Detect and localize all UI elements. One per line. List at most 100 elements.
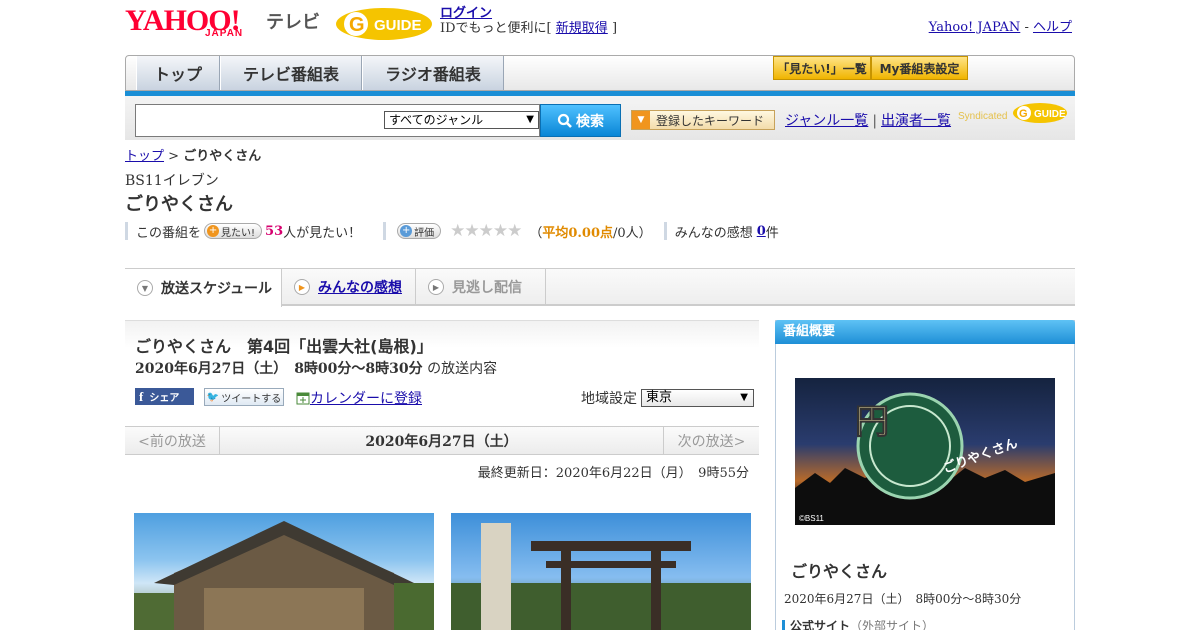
register-link[interactable]: 新規取得: [556, 21, 608, 36]
search-links: ジャンル一覧 | 出演者一覧: [785, 110, 951, 130]
episode-datetime-line: 2020年6月27日（土） 8時00分～8時30分 の放送内容: [135, 358, 497, 378]
current-broadcast-date: 2020年6月27日（土）: [365, 433, 518, 450]
calendar-register[interactable]: カレンダーに登録: [296, 388, 422, 408]
impressions-suffix: 件: [765, 225, 779, 241]
svg-text:円: 円: [855, 402, 889, 442]
facebook-icon: f: [139, 388, 144, 404]
divider: [125, 222, 128, 240]
tab-impressions-label: みんなの感想: [318, 280, 402, 296]
syndicated-label: Syndicated: [958, 111, 1008, 122]
episode-photo-shrine-hall: [134, 513, 434, 630]
breadcrumb-current: ごりやくさん: [183, 149, 262, 164]
want-to-watch-button[interactable]: + 見たい!: [204, 223, 263, 239]
divider: [383, 222, 387, 240]
registered-keywords-button[interactable]: ▼ 登録したキーワード: [631, 110, 775, 130]
want-list-button[interactable]: 「見たい!」一覧: [773, 56, 871, 80]
nav-tab-tv-schedule[interactable]: テレビ番組表: [220, 56, 362, 90]
search-link-separator: |: [872, 113, 878, 129]
next-broadcast-link[interactable]: 次の放送>: [663, 427, 759, 454]
tab-broadcast-schedule[interactable]: ▼ 放送スケジュール: [125, 269, 282, 307]
gguide-logo[interactable]: G GUIDE: [334, 6, 434, 42]
rating-people: /0人）: [613, 225, 652, 241]
gguide-logo-text: GUIDE: [374, 17, 422, 34]
plus-icon: +: [207, 225, 220, 237]
svg-text:G: G: [1019, 108, 1028, 120]
impressions-prefix: みんなの感想: [674, 225, 753, 241]
sidebar-program-title: ごりやくさん: [791, 562, 888, 581]
channel-name: BS11イレブン: [125, 173, 219, 189]
search-icon: [557, 113, 572, 128]
episode-photo-torii-gate: [451, 513, 751, 630]
calendar-register-label: カレンダーに登録: [310, 391, 422, 407]
want-count: 53: [265, 223, 284, 239]
tab-broadcast-schedule-label: 放送スケジュール: [161, 281, 273, 297]
help-link[interactable]: ヘルプ: [1033, 20, 1072, 35]
rate-button[interactable]: + 評価: [397, 223, 442, 239]
program-stats: この番組を + 見たい! 53 人が見たい！ + 評価 ★★★★★ （平均0.0…: [125, 221, 779, 241]
rating-average: 平均0.00点: [542, 225, 614, 241]
want-to-watch-label: 見たい!: [221, 227, 256, 239]
tab-catchup-streaming-label: 見逃し配信: [452, 280, 522, 296]
login-link[interactable]: ログイン: [440, 6, 492, 21]
search-button[interactable]: 検索: [540, 104, 621, 137]
sidebar-program-datetime: 2020年6月27日（土） 8時00分～8時30分: [784, 592, 1022, 606]
episode-datetime-suffix: の放送内容: [427, 361, 498, 377]
rating-open: （: [529, 225, 543, 241]
registered-keywords-label: 登録したキーワード: [656, 113, 765, 128]
broadcast-date-nav: <前の放送 2020年6月27日（土） 次の放送>: [125, 426, 759, 455]
nav-tab-radio-schedule[interactable]: ラジオ番組表: [362, 56, 504, 90]
content-tabs: ▼ 放送スケジュール ▶ みんなの感想 ▶ 見逃し配信: [125, 268, 1075, 307]
tab-catchup-streaming[interactable]: ▶ 見逃し配信: [416, 269, 546, 305]
divider: [663, 222, 667, 240]
region-select-value: 東京: [646, 390, 673, 405]
gguide-mini-logo-text: GUIDE: [1034, 109, 1066, 120]
breadcrumb-separator: >: [168, 149, 180, 164]
header-link-separator: -: [1024, 20, 1029, 35]
calendar-icon: [296, 392, 310, 405]
login-box: ログイン IDでもっと便利に[ 新規取得 ]: [440, 6, 617, 36]
yahoo-logo-japan: JAPAN: [205, 28, 244, 39]
facebook-share-label: シェア: [149, 393, 180, 404]
tab-impressions[interactable]: ▶ みんなの感想: [282, 269, 416, 305]
nav-tab-top[interactable]: トップ: [136, 56, 220, 90]
program-overview-heading: 番組概要: [775, 320, 1075, 344]
genre-list-link[interactable]: ジャンル一覧: [785, 113, 868, 129]
program-title: ごりやくさん: [125, 194, 233, 215]
main-nav: トップ テレビ番組表 ラジオ番組表 「見たい!」一覧 My番組表設定: [125, 55, 1075, 91]
tweet-button[interactable]: 🐦 ツイートする: [204, 388, 284, 406]
rating-stars: ★★★★★: [450, 221, 522, 241]
genre-select-value: すべてのジャンル: [389, 113, 484, 127]
chevron-down-icon: ▼: [526, 114, 534, 125]
yahoo-japan-link[interactable]: Yahoo! JAPAN: [929, 20, 1021, 35]
region-label: 地域設定: [581, 391, 637, 407]
tweet-label: ツイートする: [221, 393, 282, 405]
gguide-mini-logo: G GUIDE: [1013, 103, 1067, 123]
twitter-bird-icon: 🐦: [206, 391, 220, 403]
breadcrumb-home[interactable]: トップ: [125, 149, 164, 164]
login-prompt-suffix: ]: [611, 21, 618, 36]
region-select[interactable]: 東京 ▼: [641, 389, 754, 407]
service-name[interactable]: テレビ: [266, 8, 320, 34]
my-schedule-settings-button[interactable]: My番組表設定: [871, 56, 968, 80]
plus-icon: +: [400, 225, 413, 237]
facebook-share-button[interactable]: f シェア: [135, 388, 194, 405]
svg-text:G: G: [349, 14, 365, 36]
official-site-label: 公式サイト: [790, 620, 851, 630]
region-setting: 地域設定 東京 ▼: [581, 388, 754, 408]
play-icon: ▶: [428, 279, 444, 295]
official-site-heading: 公式サイト（外部サイト）: [782, 620, 934, 630]
episode-datetime: 2020年6月27日（土） 8時00分～8時30分: [135, 361, 423, 377]
search-button-label: 検索: [576, 113, 604, 130]
chevron-down-icon: ▼: [740, 392, 748, 403]
external-site-note: （外部サイト）: [850, 620, 935, 630]
triangle-down-icon: ▼: [632, 111, 650, 129]
impressions-count-link[interactable]: 0: [757, 224, 766, 239]
want-prefix: この番組を: [136, 225, 202, 241]
previous-broadcast-link[interactable]: <前の放送: [125, 427, 220, 454]
play-icon: ▶: [294, 279, 310, 295]
header-links: Yahoo! JAPAN - ヘルプ: [929, 16, 1072, 35]
genre-select[interactable]: すべてのジャンル ▼: [384, 111, 539, 129]
image-credit: ©BS11: [799, 514, 824, 523]
performers-list-link[interactable]: 出演者一覧: [881, 113, 951, 129]
episode-title: ごりやくさん 第4回「出雲大社(島根)」: [135, 337, 433, 356]
